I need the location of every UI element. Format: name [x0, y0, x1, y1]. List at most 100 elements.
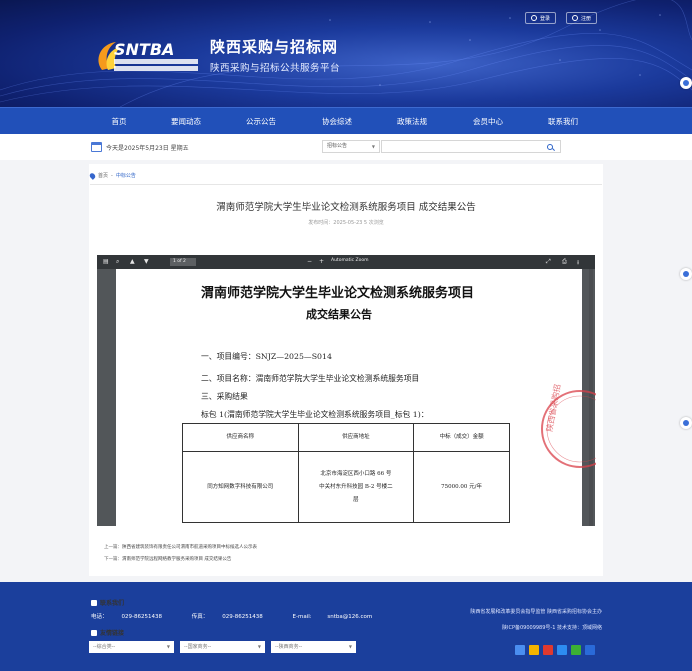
chevron-down-icon: ▼	[348, 644, 352, 649]
links-select-value: --综合类--	[93, 644, 116, 650]
footer-links-heading: 友情链接	[91, 628, 124, 637]
location-pin-icon	[88, 171, 97, 180]
address-line: 北京市海淀区西小口路 66 号	[320, 470, 392, 477]
search-category-value: 招标公告	[327, 143, 348, 149]
user-icon	[531, 15, 537, 21]
table-row: 同方知网数字科技有限公司 北京市海淀区西小口路 66 号 中关村东升科技园 B-…	[182, 451, 510, 523]
next-article-link[interactable]: 下一篇：渭南师范学院远程网络教学服务采购项目 成交结果公告	[104, 556, 231, 562]
register-icon	[572, 15, 578, 21]
register-button[interactable]: 注册	[566, 12, 598, 24]
link-icon	[91, 629, 97, 636]
footer-links-title: 友情链接	[100, 630, 125, 637]
pdf-project-number: 一、项目编号：SNJZ—2025—S014	[201, 352, 332, 361]
links-select-national[interactable]: --国家商务-- ▼	[180, 641, 265, 653]
links-select-value: --陕西商务--	[275, 644, 303, 650]
footer-icp-line: 陕ICP备09009989号-1 技术支持：顶域网络	[501, 625, 602, 631]
table-header-address: 供应商地址	[297, 423, 415, 452]
share-renren-icon[interactable]	[585, 645, 595, 655]
share-weibo-icon[interactable]	[543, 645, 553, 655]
float-service-icon[interactable]	[680, 268, 692, 280]
share-wechat-icon[interactable]	[571, 645, 581, 655]
login-button[interactable]: 登录	[525, 12, 557, 24]
prev-title[interactable]: 陕西省建筑装饰有限责任公司渭南市航道采购项目中标候选人公示表	[122, 545, 257, 550]
breadcrumb-separator: -	[111, 172, 113, 179]
header-banner: SNTBA 陕西采购与招标网 陕西采购与招标公共服务平台 登录 注册	[0, 0, 692, 107]
phone-info: 电话： 029-86251438	[91, 614, 176, 620]
nav-item-policies[interactable]: 政策法规	[397, 108, 427, 135]
prev-article-link[interactable]: 上一篇：陕西省建筑装饰有限责任公司渭南市航道采购项目中标候选人公示表	[104, 544, 257, 550]
table-header-amount: 中标（成交）金额	[413, 423, 510, 452]
main-nav: 首页 要闻动态 公示公告 协会综述 政策法规 会员中心 联系我们	[0, 107, 692, 134]
chevron-down-icon: ▼	[166, 644, 170, 649]
table-cell-amount: 75000.00 元/年	[413, 451, 510, 523]
search-input[interactable]	[381, 140, 561, 153]
footer-contact-title: 联系我们	[100, 600, 125, 607]
nav-item-announcements[interactable]: 公示公告	[246, 108, 276, 135]
email-info: E-mail: sntba@126.com	[293, 614, 387, 620]
next-page-icon[interactable]: ▼	[144, 258, 149, 265]
search-category-select[interactable]: 招标公告 ▼	[322, 140, 380, 153]
footer-contact-info: 电话： 029-86251438 传真： 029-86251438 E-mail: …	[91, 612, 400, 620]
share-tencent-icon[interactable]	[557, 645, 567, 655]
sidebar-toggle-icon[interactable]: ▤	[103, 258, 109, 265]
site-title: 陕西采购与招标网	[210, 38, 339, 56]
logo-text: SNTBA	[114, 40, 174, 59]
links-select-general[interactable]: --综合类-- ▼	[89, 641, 174, 653]
site-subtitle: 陕西采购与招标公共服务平台	[210, 63, 341, 74]
contact-icon	[91, 599, 97, 606]
share-add-icon[interactable]	[515, 645, 525, 655]
share-qzone-icon[interactable]	[529, 645, 539, 655]
fax-info: 传真： 029-86251438	[192, 614, 277, 620]
chevron-down-icon: ▼	[257, 644, 261, 649]
float-contact-icon[interactable]	[680, 77, 692, 89]
calendar-icon	[91, 142, 102, 152]
search-icon[interactable]: ⌕	[116, 258, 119, 266]
address-line: 层	[353, 496, 359, 503]
pdf-lot-line: 标包 1(渭南师范学院大学生毕业论文检测系统服务项目_标包 1)：	[201, 410, 429, 419]
fullscreen-icon[interactable]: ⤢	[546, 258, 551, 266]
site-logo[interactable]: SNTBA	[92, 34, 204, 78]
email-label: E-mail:	[292, 614, 312, 620]
nav-item-members[interactable]: 会员中心	[473, 108, 503, 135]
prev-label: 上一篇：	[104, 545, 122, 550]
official-seal-stamp: 陕西省采购招标	[541, 384, 596, 468]
phone-value: 029-86251438	[121, 614, 162, 620]
breadcrumb-divider	[90, 184, 602, 185]
download-icon[interactable]: ⭳	[577, 258, 579, 268]
zoom-select[interactable]: Automatic Zoom	[331, 258, 368, 263]
breadcrumb-home[interactable]: 首页	[98, 172, 108, 179]
page-indicator[interactable]: 1 of 2	[170, 258, 196, 266]
register-label: 注册	[581, 15, 592, 22]
fax-label: 传真：	[191, 614, 209, 620]
email-value[interactable]: sntba@126.com	[327, 614, 372, 620]
pdf-result-table: 供应商名称 供应商地址 中标（成交）金额 同方知网数字科技有限公司 北京市海淀区…	[182, 423, 510, 523]
phone-label: 电话：	[91, 614, 108, 620]
zoom-out-icon[interactable]: −	[307, 258, 312, 265]
nav-item-home[interactable]: 首页	[112, 108, 127, 135]
zoom-in-icon[interactable]: +	[319, 258, 324, 265]
table-cell-address: 北京市海淀区西小口路 66 号 中关村东升科技园 B-2 号楼二 层	[297, 451, 415, 523]
prev-page-icon[interactable]: ▲	[130, 258, 135, 265]
pdf-result-heading: 三、采购结果	[201, 392, 248, 401]
breadcrumb-current[interactable]: 中标公告	[116, 172, 136, 179]
next-title[interactable]: 渭南师范学院远程网络教学服务采购项目 成交结果公告	[122, 557, 231, 562]
nav-item-contact[interactable]: 联系我们	[548, 108, 578, 135]
nav-item-association[interactable]: 协会综述	[322, 108, 352, 135]
article-meta: 发布时间：2025-05-23 5 次浏览	[308, 220, 384, 226]
login-label: 登录	[540, 15, 551, 22]
nav-item-news[interactable]: 要闻动态	[171, 108, 201, 135]
search-icon[interactable]	[547, 144, 553, 150]
table-header-supplier: 供应商名称	[182, 423, 299, 452]
fax-value: 029-86251438	[222, 614, 263, 620]
pdf-title-line1: 渭南师范学院大学生毕业论文检测系统服务项目	[201, 286, 475, 301]
address-line: 中关村东升科技园 B-2 号楼二	[319, 483, 393, 490]
pdf-project-name: 二、项目名称：渭南师范学院大学生毕业论文检测系统服务项目	[201, 374, 420, 383]
float-top-icon[interactable]	[680, 417, 692, 429]
print-icon[interactable]: ⎙	[562, 258, 567, 266]
pdf-title-line2: 成交结果公告	[306, 308, 372, 321]
footer-sponsor-line: 陕西省发展和改革委员会指导监管 陕西省采购招标协会主办	[470, 609, 602, 615]
links-select-shaanxi[interactable]: --陕西商务-- ▼	[271, 641, 356, 653]
next-label: 下一篇：	[104, 557, 122, 562]
breadcrumb: 首页 - 中标公告	[88, 171, 136, 180]
footer-contact-heading: 联系我们	[91, 598, 124, 607]
